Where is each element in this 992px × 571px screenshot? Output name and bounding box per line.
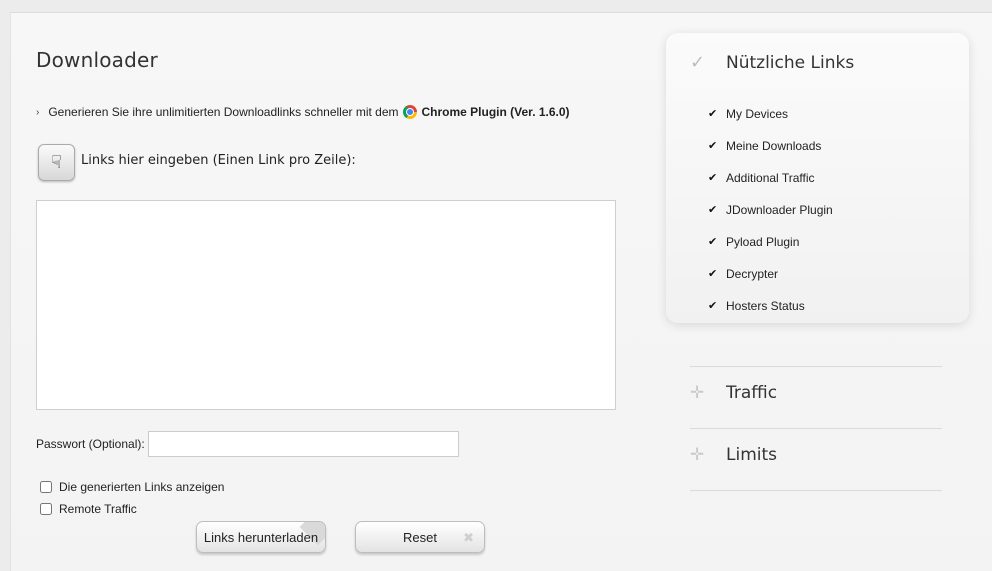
sidebar-item-label: JDownloader Plugin bbox=[726, 203, 833, 217]
list-item[interactable]: ✔ Decrypter bbox=[708, 267, 833, 299]
limits-section-header[interactable]: ✛ Limits bbox=[690, 445, 942, 465]
sidebar-item-label: Meine Downloads bbox=[726, 139, 822, 153]
list-item[interactable]: ✔ My Devices bbox=[708, 107, 833, 139]
reset-button[interactable]: Reset ✖ bbox=[355, 521, 485, 553]
page-title: Downloader bbox=[36, 48, 158, 72]
links-label: Links hier eingeben (Einen Link pro Zeil… bbox=[81, 153, 356, 168]
checkmark-icon: ✔ bbox=[708, 268, 718, 280]
plus-icon: ✛ bbox=[690, 445, 705, 464]
list-item[interactable]: ✔ Meine Downloads bbox=[708, 139, 833, 171]
divider bbox=[690, 490, 942, 491]
remote-traffic-option[interactable]: Remote Traffic bbox=[40, 502, 137, 516]
checkmark-icon: ✔ bbox=[708, 108, 718, 120]
checkmark-icon: ✔ bbox=[708, 300, 718, 312]
divider bbox=[690, 366, 942, 367]
limits-section-title: Limits bbox=[726, 445, 777, 465]
remote-traffic-label: Remote Traffic bbox=[59, 502, 137, 516]
checkmark-icon: ✔ bbox=[708, 236, 718, 248]
password-input[interactable] bbox=[148, 431, 459, 457]
check-icon: ✓ bbox=[690, 52, 706, 72]
download-button-label: Links herunterladen bbox=[203, 529, 319, 545]
list-item[interactable]: ✔ Additional Traffic bbox=[708, 171, 833, 203]
show-links-checkbox[interactable] bbox=[40, 481, 52, 493]
password-label: Passwort (Optional): bbox=[36, 437, 145, 451]
show-links-label: Die generierten Links anzeigen bbox=[59, 480, 225, 494]
chrome-plugin-link[interactable]: Chrome Plugin (Ver. 1.6.0) bbox=[422, 105, 570, 119]
reset-button-label: Reset bbox=[403, 529, 437, 545]
traffic-section-title: Traffic bbox=[726, 383, 778, 403]
divider bbox=[690, 428, 942, 429]
arrow-right-icon: › bbox=[36, 106, 40, 118]
sidebar-item-label: Decrypter bbox=[726, 267, 779, 281]
sidebar-item-label: Additional Traffic bbox=[726, 171, 815, 185]
sidebar-item-label: Hosters Status bbox=[726, 299, 805, 313]
plus-icon: ✛ bbox=[690, 383, 705, 402]
remote-traffic-checkbox[interactable] bbox=[40, 503, 52, 515]
chrome-plugin-promo: › Generieren Sie ihre unlimitierten Down… bbox=[36, 105, 570, 119]
checkmark-icon: ✔ bbox=[708, 172, 718, 184]
links-textarea[interactable] bbox=[36, 200, 616, 410]
useful-links-list: ✔ My Devices ✔ Meine Downloads ✔ Additional… bbox=[708, 107, 833, 331]
download-links-button[interactable]: Links herunterladen bbox=[196, 521, 326, 553]
promo-text: Generieren Sie ihre unlimitierten Downlo… bbox=[48, 105, 399, 119]
traffic-section-header[interactable]: ✛ Traffic bbox=[690, 383, 942, 403]
list-item[interactable]: ✔ Pyload Plugin bbox=[708, 235, 833, 267]
list-item[interactable]: ✔ Hosters Status bbox=[708, 299, 833, 331]
checkmark-icon: ✔ bbox=[708, 140, 718, 152]
useful-links-header[interactable]: ✓ Nützliche Links bbox=[690, 52, 854, 73]
sidebar-item-label: My Devices bbox=[726, 107, 789, 121]
useful-links-title: Nützliche Links bbox=[726, 52, 855, 73]
chrome-icon bbox=[402, 105, 417, 119]
show-links-option[interactable]: Die generierten Links anzeigen bbox=[40, 480, 224, 494]
checkmark-icon: ✔ bbox=[708, 204, 718, 216]
hand-pointer-icon: ☟ bbox=[38, 144, 75, 181]
sidebar-item-label: Pyload Plugin bbox=[726, 235, 800, 249]
close-icon: ✖ bbox=[463, 530, 474, 545]
list-item[interactable]: ✔ JDownloader Plugin bbox=[708, 203, 833, 235]
